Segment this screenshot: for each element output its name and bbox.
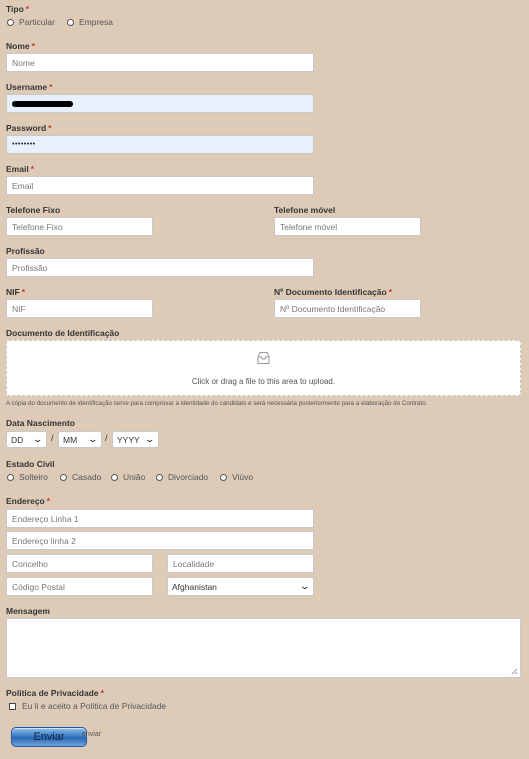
radio-icon[interactable]: [7, 473, 14, 481]
email-label: Email *: [6, 164, 34, 174]
radio-icon[interactable]: [111, 473, 118, 481]
nif-label: NIF *: [6, 287, 26, 297]
concelho-input[interactable]: Concelho: [6, 554, 153, 573]
nome-input[interactable]: Nome: [6, 53, 314, 72]
inbox-icon: [256, 351, 271, 370]
date-separator: /: [51, 433, 54, 443]
nif-input[interactable]: NIF: [6, 299, 153, 318]
radio-icon[interactable]: [67, 18, 74, 26]
documento-label: Documento de Identificação: [6, 328, 120, 338]
month-select[interactable]: MM ⌄: [58, 431, 102, 448]
estado-civil-option-viuvo[interactable]: Viúvo: [220, 472, 253, 482]
telefone-movel-label: Telefone móvel: [274, 205, 336, 215]
chevron-down-icon: ⌄: [87, 434, 99, 444]
profissao-label: Profissão: [6, 246, 45, 256]
year-select[interactable]: YYYY ⌄: [112, 431, 159, 448]
documento-num-label: Nº Documento Identificação *: [274, 287, 392, 297]
estado-civil-option-uniao[interactable]: União: [111, 472, 145, 482]
tipo-label: Tipo *: [6, 4, 30, 14]
chevron-down-icon: ⌄: [299, 581, 311, 591]
tipo-option-empresa[interactable]: Empresa: [67, 17, 113, 27]
documento-note: A cópia do documento de identificação se…: [6, 400, 428, 407]
endereco-linha2-input[interactable]: Endereço linha 2: [6, 531, 314, 550]
codigo-postal-input[interactable]: Código Postal: [6, 577, 153, 596]
country-select[interactable]: Afghanistan ⌄: [167, 577, 314, 596]
privacidade-checkbox-row[interactable]: Eu li e aceito a Politica de Privacidade: [9, 701, 166, 711]
day-select[interactable]: DD ⌄: [6, 431, 47, 448]
telefone-fixo-label: Telefone Fixo: [6, 205, 61, 215]
radio-icon[interactable]: [220, 473, 227, 481]
privacidade-checkbox[interactable]: [9, 702, 16, 710]
submit-button[interactable]: Enviar: [11, 727, 87, 747]
documento-num-input[interactable]: Nº Documento Identificação: [274, 299, 421, 318]
chevron-down-icon: ⌄: [32, 434, 44, 444]
localidade-input[interactable]: Localidade: [167, 554, 314, 573]
username-label: Username *: [6, 82, 53, 92]
profissao-input[interactable]: Profissão: [6, 258, 314, 277]
estado-civil-option-solteiro[interactable]: Solteiro: [7, 472, 48, 482]
estado-civil-option-divorciado[interactable]: Divorciado: [156, 472, 208, 482]
date-separator: /: [105, 433, 108, 443]
password-input[interactable]: ••••••••: [6, 135, 314, 154]
estado-civil-label: Estado Civil: [6, 459, 55, 469]
email-input[interactable]: Email: [6, 176, 314, 195]
password-label: Password *: [6, 123, 52, 133]
endereco-linha1-input[interactable]: Endereço Linha 1: [6, 509, 314, 528]
tipo-option-particular[interactable]: Particular: [7, 17, 55, 27]
mensagem-label: Mensagem: [6, 606, 50, 616]
estado-civil-option-casado[interactable]: Casado: [60, 472, 101, 482]
radio-icon[interactable]: [7, 18, 14, 26]
username-redacted: [12, 100, 73, 107]
chevron-down-icon: ⌄: [144, 434, 156, 444]
submit-alt-text: enviar: [82, 731, 102, 738]
file-upload-area[interactable]: Click or drag a file to this area to upl…: [6, 340, 521, 396]
radio-icon[interactable]: [156, 473, 163, 481]
endereco-label: Endereço *: [6, 496, 51, 506]
resize-handle-icon[interactable]: [511, 668, 518, 675]
telefone-fixo-input[interactable]: Telefone Fixo: [6, 217, 153, 236]
username-input[interactable]: [6, 94, 314, 113]
upload-text: Click or drag a file to this area to upl…: [191, 376, 336, 386]
privacidade-label: Politica de Privacidade *: [6, 688, 104, 698]
radio-icon[interactable]: [60, 473, 67, 481]
mensagem-textarea[interactable]: [6, 618, 521, 678]
telefone-movel-input[interactable]: Telefone móvel: [274, 217, 421, 236]
data-nascimento-label: Data Nascimento: [6, 418, 75, 428]
nome-label: Nome *: [6, 41, 35, 51]
